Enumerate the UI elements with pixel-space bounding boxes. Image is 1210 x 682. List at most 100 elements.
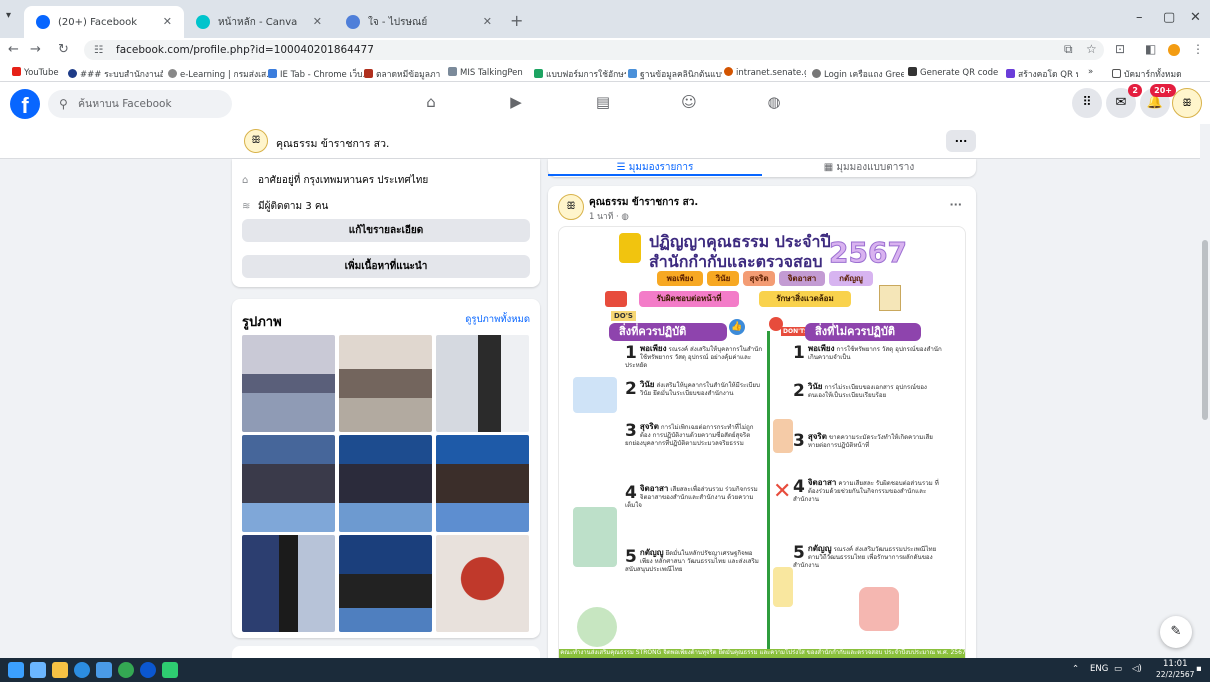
windows-start-icon[interactable] — [8, 662, 24, 678]
bookmark-item[interactable]: แบบฟอร์มการใช้อักษรา... — [534, 67, 626, 81]
profile-avatar[interactable]: ꕥ — [244, 129, 268, 153]
clock-date[interactable]: 22/2/2567 — [1156, 670, 1194, 679]
groups-icon[interactable]: ☺ — [678, 93, 700, 113]
bookmark-item[interactable]: MIS TalkingPen — [448, 67, 528, 78]
followers-row[interactable]: ≋ มีผู้ติดตาม 3 คน — [242, 199, 328, 214]
notifications-icon[interactable]: 🔔 20+ — [1140, 84, 1176, 118]
photo-thumbnail[interactable] — [242, 535, 335, 632]
file-explorer-icon[interactable] — [52, 662, 68, 678]
profile-more-button[interactable]: ... — [946, 130, 976, 152]
app-icon[interactable] — [140, 662, 156, 678]
poster-year: 2567 — [829, 236, 908, 270]
virtue-pill: จิตอาสา — [779, 271, 825, 286]
tab-title: หน้าหลัก - Canva — [218, 16, 298, 28]
reload-icon[interactable]: ↻ — [58, 42, 69, 57]
tab-search-icon[interactable]: ▾ — [6, 10, 11, 21]
bookmark-item[interactable]: Login เครือแถง Green — [812, 67, 904, 81]
edge-icon[interactable] — [74, 662, 90, 678]
post-author[interactable]: คุณธรรม ข้าราชการ สว. — [589, 195, 698, 210]
bookmark-star-icon[interactable]: ☆ — [1086, 42, 1097, 56]
maximize-button[interactable]: ▢ — [1163, 10, 1175, 25]
post-author-avatar[interactable]: ꕥ — [558, 194, 584, 220]
new-message-button[interactable]: ✎ — [1160, 616, 1192, 648]
photo-thumbnail[interactable] — [436, 435, 529, 532]
donts-heading: สิ่งที่ไม่ควรปฏิบัติ — [805, 323, 921, 341]
home-icon[interactable]: ⌂ — [420, 93, 442, 113]
illustration-plant — [577, 607, 617, 647]
virtue-pill: วินัย — [707, 271, 739, 286]
photo-thumbnail[interactable] — [242, 335, 335, 432]
tab-mail[interactable]: ใจ - ไปรษณย์ ✕ — [334, 6, 504, 38]
forward-icon[interactable]: → — [30, 42, 41, 57]
notification-center-icon[interactable]: ▪ — [1196, 664, 1202, 674]
illustration-kid — [773, 567, 793, 607]
menu-kebab-icon[interactable]: ⋮ — [1192, 42, 1204, 56]
photo-thumbnail[interactable] — [242, 435, 335, 532]
divider-line — [767, 331, 770, 665]
add-featured-button[interactable]: เพิ่มเนื้อหาที่แนะนำ — [242, 255, 530, 278]
bookmark-item[interactable]: ตลาดหมีข้อมูลภา — [364, 67, 444, 81]
bookmarks-overflow-button[interactable]: » — [1088, 67, 1093, 77]
translate-icon[interactable]: ⧉ — [1064, 42, 1073, 57]
facebook-logo-icon[interactable]: f — [10, 89, 40, 119]
photo-thumbnail[interactable] — [339, 535, 432, 632]
menu-grid-icon[interactable]: ⠿ — [1072, 88, 1102, 118]
language-indicator[interactable]: ENG — [1090, 664, 1108, 674]
profile-name[interactable]: คุณธรรม ข้าราชการ สว. — [276, 135, 389, 152]
extensions-icon[interactable]: ⊡ — [1115, 42, 1125, 56]
messenger-icon[interactable]: ✉ 2 — [1106, 84, 1142, 118]
photo-thumbnail[interactable] — [339, 435, 432, 532]
tab-canva[interactable]: หน้าหลัก - Canva ✕ — [184, 6, 334, 38]
value-pill: รับผิดชอบต่อหน้าที่ — [639, 291, 739, 307]
marketplace-icon[interactable]: ▤ — [592, 93, 614, 113]
grid-view-icon: ▦ — [823, 162, 837, 173]
close-tab-icon[interactable]: ✕ — [483, 15, 492, 28]
bookmark-item[interactable]: IE Tab - Chrome เว็บ... — [268, 67, 364, 81]
store-icon[interactable] — [96, 662, 112, 678]
new-tab-button[interactable]: + — [510, 11, 523, 30]
facebook-search-input[interactable]: ⚲ ค้นหาบน Facebook — [48, 90, 232, 118]
intro-card: ⌂ อาศัยอยู่ที่ กรุงเทพมหานคร ประเทศไทย ≋ ม… — [232, 159, 540, 287]
post-image[interactable]: ปฏิญญาคุณธรรม ประจำปี สำนักกำกับและตรวจส… — [558, 226, 966, 666]
photo-thumbnail[interactable] — [436, 535, 529, 632]
volume-icon[interactable]: ◁) — [1132, 664, 1142, 674]
chrome-icon[interactable] — [118, 662, 134, 678]
network-icon[interactable]: ▭ — [1114, 664, 1122, 674]
people-icon[interactable] — [30, 662, 46, 678]
close-tab-icon[interactable]: ✕ — [163, 15, 172, 28]
virtue-pill: กตัญญู — [829, 271, 873, 286]
all-bookmarks-folder[interactable]: บัคมาร์กทั้งหมด — [1112, 67, 1208, 81]
site-info-icon[interactable]: ☷ — [94, 40, 103, 60]
see-all-photos-link[interactable]: ดูรูปภาพทั้งหมด — [465, 312, 530, 327]
post-more-button[interactable]: ··· — [949, 198, 962, 211]
url-field[interactable]: ☷ facebook.com/profile.php?id=1000402018… — [84, 40, 1104, 60]
close-window-button[interactable]: ✕ — [1190, 10, 1201, 25]
profile-avatar-icon[interactable] — [1168, 44, 1180, 56]
back-icon[interactable]: ← — [8, 42, 19, 57]
scrollbar-thumb[interactable] — [1202, 240, 1208, 420]
bookmark-item[interactable]: ฐานข้อมูลคลินิกต้นแบบรัก... — [628, 67, 722, 81]
bookmark-youtube[interactable]: YouTube — [12, 67, 59, 78]
tray-chevron-icon[interactable]: ⌃ — [1072, 664, 1079, 674]
gaming-icon[interactable]: ◍ — [763, 93, 785, 113]
photo-thumbnail[interactable] — [339, 335, 432, 432]
line-icon[interactable] — [162, 662, 178, 678]
bookmark-item[interactable]: e-Learning | กรมส่งเส... — [168, 67, 268, 81]
bookmark-item[interactable]: สร้างคอโด QR ฟรี | สร้า... — [1006, 67, 1078, 81]
public-globe-icon: ◍ — [621, 212, 629, 222]
close-tab-icon[interactable]: ✕ — [313, 15, 322, 28]
tab-list-view[interactable]: ☰ มุมมองรายการ — [548, 160, 762, 176]
bookmark-item[interactable]: ### ระบบสำนักงานอัตโ... — [68, 67, 163, 81]
bookmark-item[interactable]: Generate QR code — [908, 67, 1000, 78]
minimize-button[interactable]: – — [1136, 10, 1143, 25]
clock-time[interactable]: 11:01 — [1163, 659, 1188, 669]
video-icon[interactable]: ▶ — [505, 93, 527, 113]
tab-facebook[interactable]: (20+) Facebook ✕ — [24, 6, 184, 38]
tab-grid-view[interactable]: ▦ มุมมองแบบตาราง — [762, 160, 976, 175]
post-time[interactable]: 1 นาที · ◍ — [589, 209, 629, 223]
account-avatar[interactable]: ꕥ — [1172, 88, 1202, 118]
bookmark-item[interactable]: intranet.senate.go.t... — [724, 67, 806, 78]
sidepanel-icon[interactable]: ◧ — [1145, 42, 1156, 56]
photo-thumbnail[interactable] — [436, 335, 529, 432]
edit-details-button[interactable]: แก้ไขรายละเอียด — [242, 219, 530, 242]
